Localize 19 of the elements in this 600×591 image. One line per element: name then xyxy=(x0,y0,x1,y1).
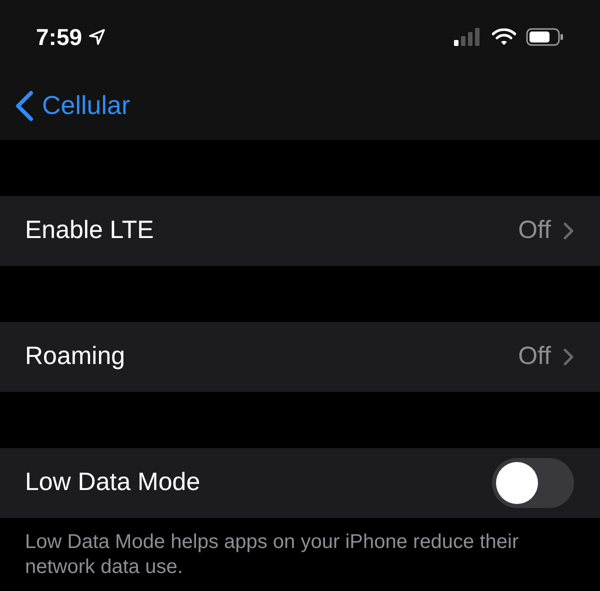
settings-row[interactable]: Low Data Mode xyxy=(0,448,600,518)
battery-icon xyxy=(526,28,564,46)
footer-note: Low Data Mode helps apps on your iPhone reduce their network data use. xyxy=(24,530,520,580)
location-arrow-icon xyxy=(88,28,106,46)
settings-row[interactable]: Roaming Off xyxy=(0,322,600,392)
chevron-right-icon xyxy=(563,222,574,240)
chevron-left-icon xyxy=(14,90,34,122)
wifi-icon xyxy=(492,28,516,46)
status-time: 7:59 xyxy=(36,22,82,52)
signal-icon xyxy=(454,28,482,46)
settings-row[interactable]: Enable LTE Off xyxy=(0,196,600,266)
back-button[interactable]: Cellular xyxy=(14,86,130,125)
row-label: Low Data Mode xyxy=(25,467,200,498)
row-label: Enable LTE xyxy=(25,215,154,246)
row-label: Roaming xyxy=(25,341,126,372)
row-value: Off xyxy=(518,341,551,372)
row-value: Off xyxy=(518,215,551,246)
toggle-switch[interactable] xyxy=(492,458,574,508)
chevron-right-icon xyxy=(563,348,574,366)
